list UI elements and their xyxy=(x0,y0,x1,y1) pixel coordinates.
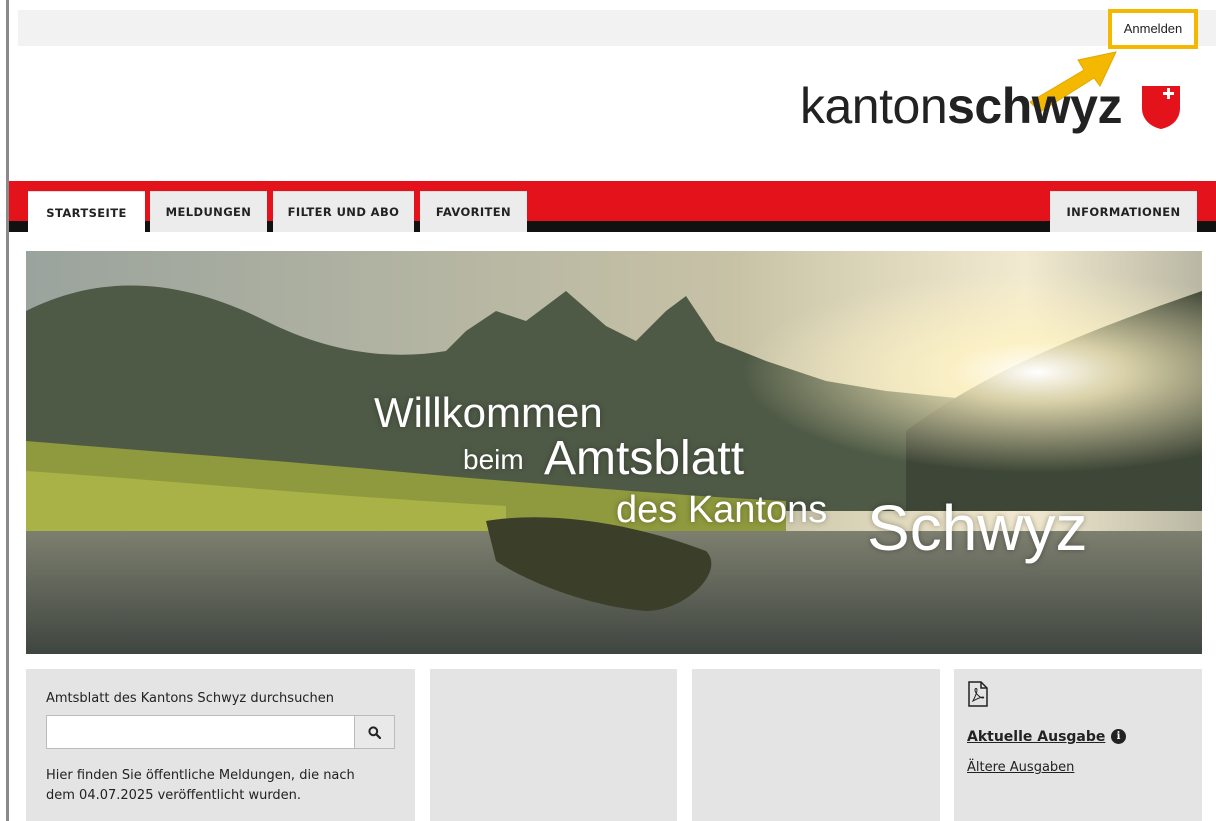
login-link[interactable]: Anmelden xyxy=(1110,21,1196,36)
search-title: Amtsblatt des Kantons Schwyz durchsuchen xyxy=(46,691,334,706)
info-icon[interactable]: i xyxy=(1111,729,1126,744)
pdf-icon xyxy=(968,681,988,707)
kanton-schwyz-logo[interactable]: kantonschwyz xyxy=(800,70,1190,140)
hero-line-amtsblatt: Amtsblatt xyxy=(544,432,745,485)
hero-line-willkommen: Willkommen xyxy=(374,389,603,436)
empty-panel-2 xyxy=(692,669,940,821)
search-note: Hier finden Sie öffentliche Meldungen, d… xyxy=(46,768,355,803)
search-input[interactable] xyxy=(46,715,355,749)
logo-wordmark: kantonschwyz xyxy=(800,78,1122,134)
left-border-rule xyxy=(6,0,9,821)
tab-favoriten[interactable]: FAVORITEN xyxy=(420,191,527,232)
empty-panel-1 xyxy=(430,669,677,821)
tab-meldungen[interactable]: MELDUNGEN xyxy=(150,191,267,232)
search-button[interactable] xyxy=(354,715,395,749)
hero-line-beim: beim xyxy=(463,444,524,475)
older-issues-link[interactable]: Ältere Ausgaben xyxy=(967,760,1074,775)
shield-icon xyxy=(1142,86,1180,129)
main-navigation: STARTSEITE MELDUNGEN FILTER UND ABO FAVO… xyxy=(9,181,1216,233)
tab-startseite[interactable]: STARTSEITE xyxy=(28,191,145,233)
hero-line-schwyz: Schwyz xyxy=(867,492,1088,564)
hero-banner: Willkommen beim Amtsblatt des Kantons Sc… xyxy=(26,251,1202,654)
tab-filter-und-abo[interactable]: FILTER UND ABO xyxy=(273,191,414,232)
current-issue-link[interactable]: Aktuelle Ausgabe xyxy=(967,729,1105,745)
search-icon xyxy=(368,725,381,739)
issues-panel xyxy=(954,669,1202,821)
tab-informationen[interactable]: INFORMATIONEN xyxy=(1050,191,1197,232)
hero-line-des-kantons: des Kantons xyxy=(616,489,828,531)
